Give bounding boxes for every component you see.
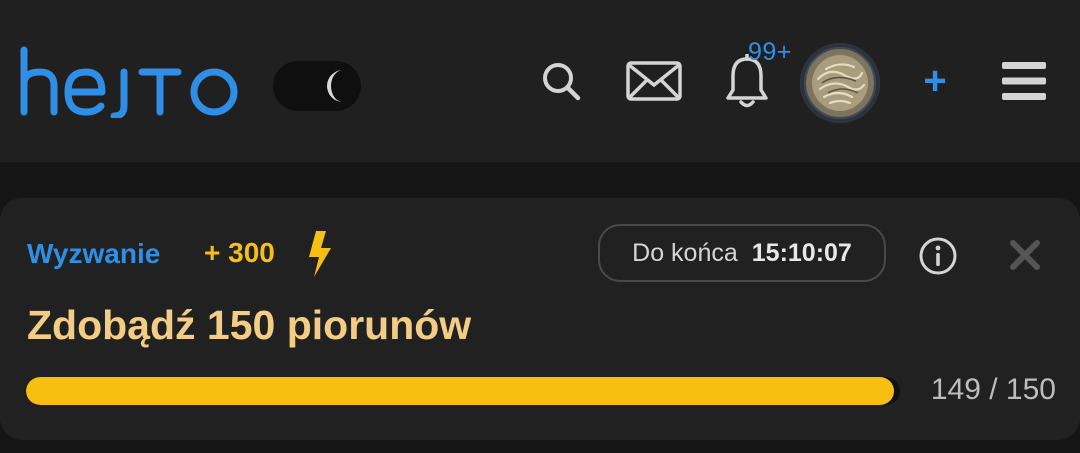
add-post-button[interactable]: + [915, 60, 955, 102]
progress-text: 149 / 150 [930, 373, 1056, 406]
reward-points: + 300 [204, 237, 275, 268]
lightning-bolt-icon [309, 231, 331, 277]
mail-icon[interactable] [626, 61, 682, 101]
countdown-time: 15:10:07 [751, 238, 852, 267]
progress-fill [26, 377, 895, 405]
progress-bar [26, 377, 900, 405]
top-header: 99+ + [0, 0, 1080, 162]
search-icon[interactable] [540, 60, 582, 102]
avatar[interactable] [800, 43, 880, 123]
menu-icon[interactable] [1000, 60, 1048, 102]
close-icon[interactable] [1008, 238, 1042, 272]
info-icon[interactable] [918, 236, 958, 276]
page: 99+ + Wyzwanie + 300 Do końca 15:10:07 Z… [0, 0, 1080, 453]
challenge-label: Wyzwanie [27, 238, 161, 269]
avatar-image [800, 43, 880, 123]
notification-count-badge: 99+ [748, 38, 792, 66]
countdown-label: Do końca [632, 238, 738, 267]
moon-icon [327, 70, 343, 102]
theme-toggle[interactable] [273, 61, 361, 111]
countdown-box: Do końca 15:10:07 [598, 224, 886, 282]
challenge-title: Zdobądź 150 piorunów [27, 302, 472, 348]
hejto-logo[interactable] [18, 46, 244, 118]
